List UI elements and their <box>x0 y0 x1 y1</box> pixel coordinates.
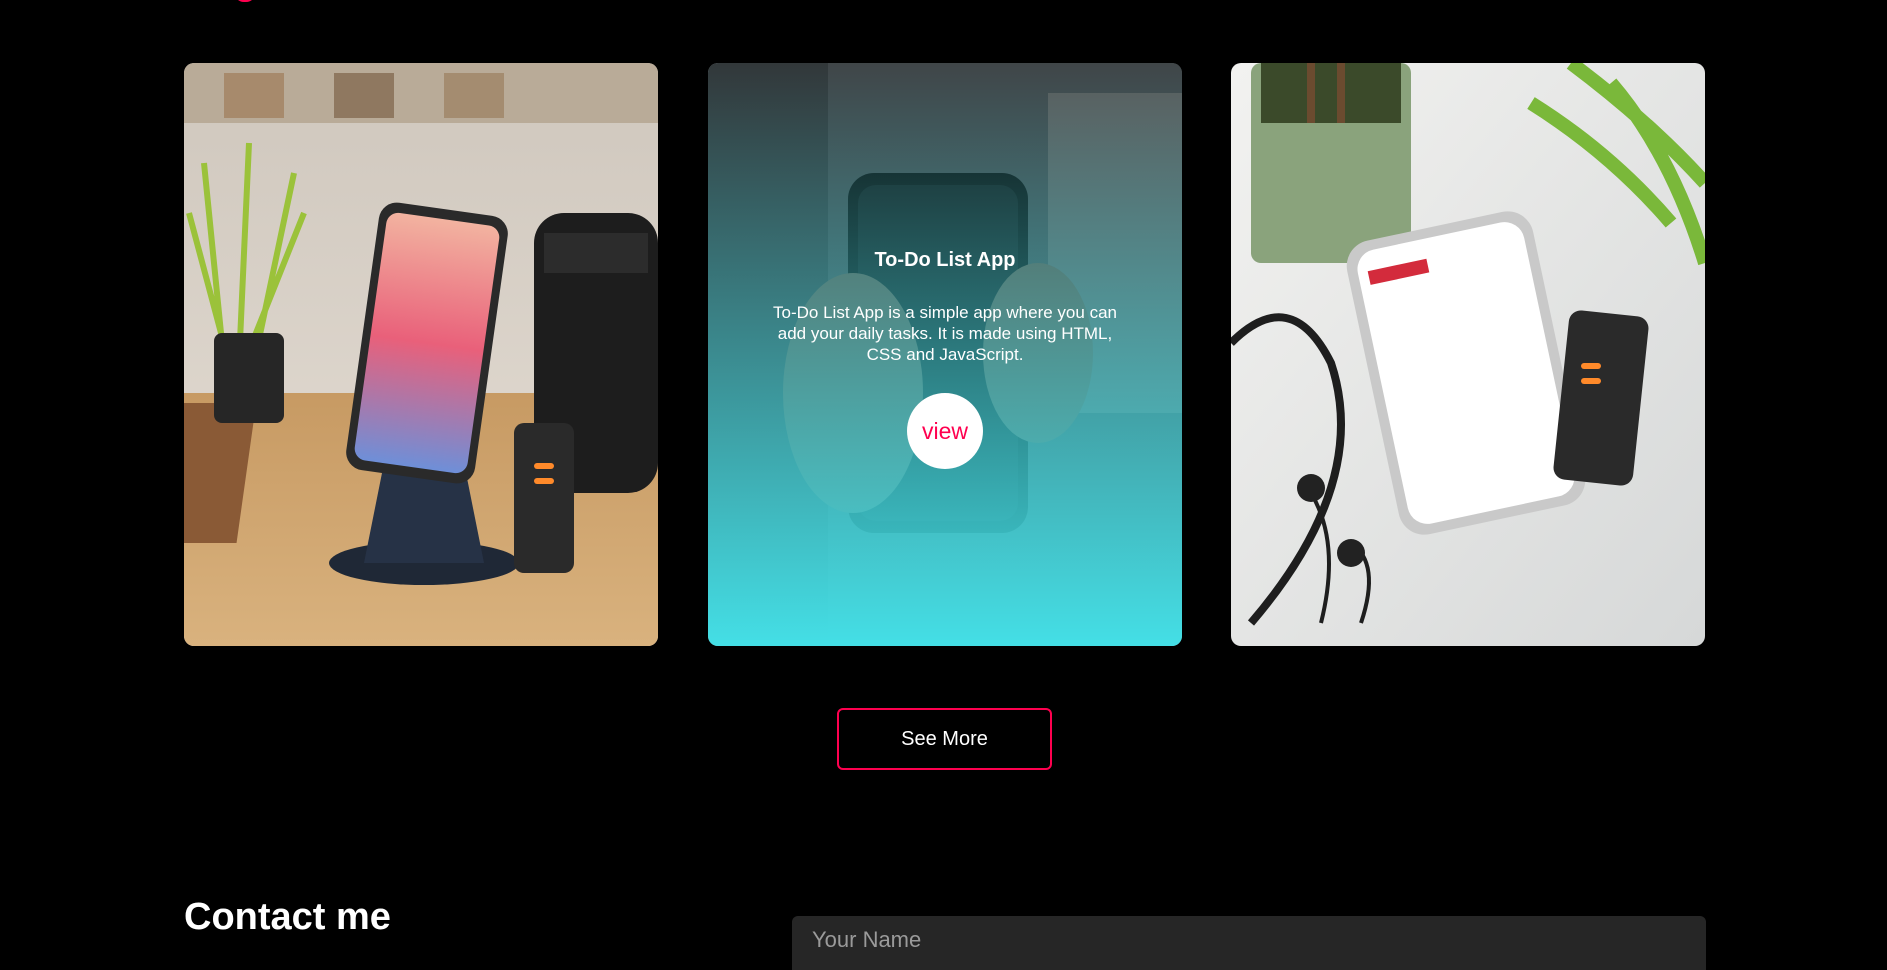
work-card-1[interactable] <box>184 63 658 646</box>
view-button[interactable]: view <box>907 393 983 469</box>
work-card-3[interactable] <box>1231 63 1705 646</box>
work-card-2[interactable]: To-Do List App To-Do List App is a simpl… <box>708 63 1182 646</box>
page: To-Do List App To-Do List App is a simpl… <box>0 0 1887 970</box>
heading-accent-underline <box>234 0 256 2</box>
work-list: To-Do List App To-Do List App is a simpl… <box>184 63 1706 646</box>
phone-stand-image <box>184 63 658 646</box>
us-store-phone-image <box>1231 63 1705 646</box>
name-input[interactable] <box>792 916 1706 970</box>
contact-title: Contact me <box>184 896 391 938</box>
see-more-button[interactable]: See More <box>837 708 1052 770</box>
work-title: To-Do List App <box>874 249 1016 271</box>
work-overlay: To-Do List App To-Do List App is a simpl… <box>708 63 1182 646</box>
work-description: To-Do List App is a simple app where you… <box>773 303 1117 364</box>
